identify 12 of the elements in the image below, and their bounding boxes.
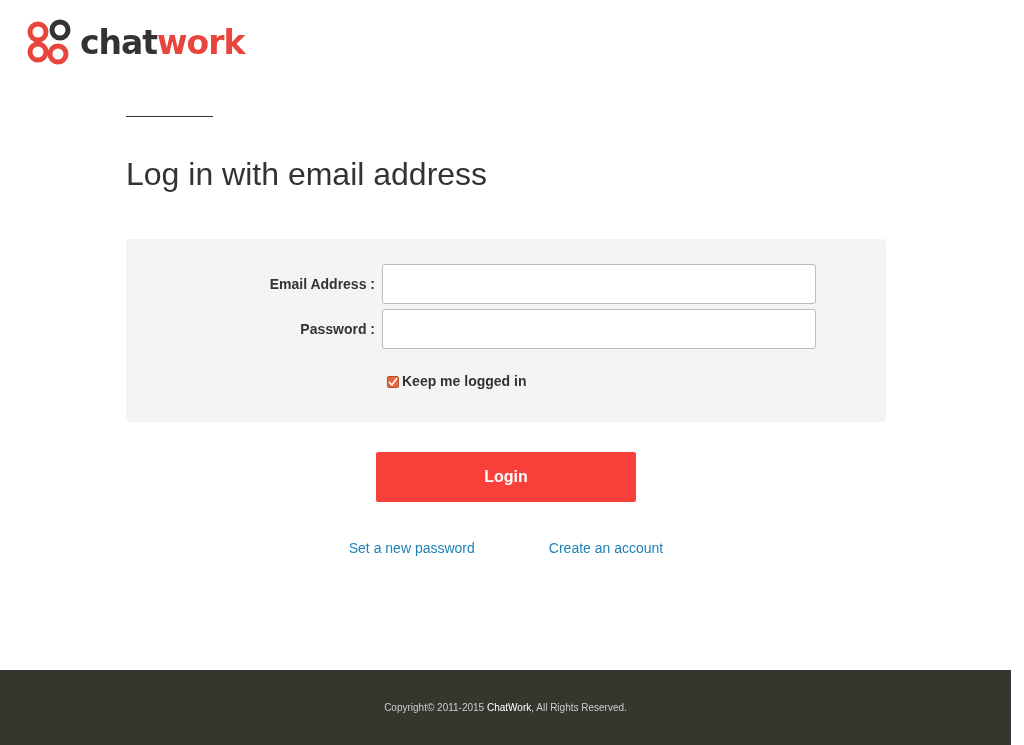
input-field[interactable] [382,309,816,350]
checkbox-label[interactable]: Keep me logged in [402,371,527,393]
field-label: Password : [299,319,376,339]
link[interactable]: Set a new password [348,538,475,560]
page-heading: Log in with email address [126,155,489,194]
input-field[interactable] [382,264,816,305]
checkbox[interactable] [387,375,399,388]
field-label: Email Address : [268,274,376,294]
login-button[interactable]: Login [376,452,636,503]
copyright-text: Copyright© 2011-2015 ChatWork, All Rights Reserved. [384,701,627,715]
logo-text: chatwork [80,25,245,59]
link[interactable]: Create an account [548,538,664,560]
